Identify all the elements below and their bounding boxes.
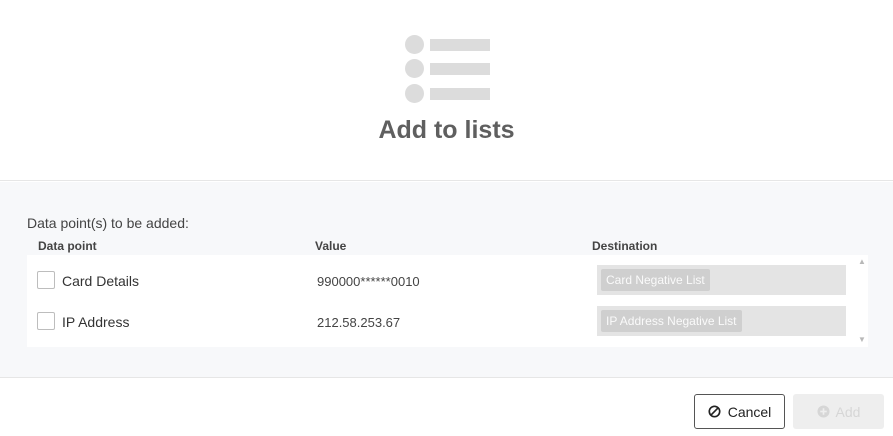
row-value: 212.58.253.67 [317,315,401,330]
column-header-value: Value [315,239,347,253]
row-value: 990000******0010 [317,274,420,289]
dialog-footer: Cancel Add [0,379,893,436]
destination-select[interactable]: Card Negative List [597,265,846,295]
ban-icon [708,405,721,418]
scroll-down-icon[interactable]: ▼ [858,336,866,344]
table-scrollbar[interactable]: ▲ ▼ [856,255,868,347]
destination-select[interactable]: IP Address Negative List [597,306,846,336]
add-label: Add [835,403,861,420]
dialog-title: Add to lists [378,116,515,144]
destination-tag: Card Negative List [601,269,710,291]
column-header-destination: Destination [592,239,658,253]
dialog-header: Add to lists [0,0,893,181]
row-checkbox-ip-address[interactable] [37,312,55,330]
row-checkbox-card-details[interactable] [37,271,55,289]
row-label: IP Address [62,314,130,330]
row-label: Card Details [62,273,140,289]
cancel-button[interactable]: Cancel [694,394,785,429]
add-button[interactable]: Add [793,394,884,429]
data-points-section: Data point(s) to be added: Data point Va… [0,182,893,378]
data-points-table: Card Details 990000******0010 Card Negat… [27,255,868,347]
table-row: Card Details 990000******0010 Card Negat… [27,260,853,300]
destination-tag: IP Address Negative List [601,310,742,332]
plus-circle-icon [816,405,830,418]
column-header-data-point: Data point [38,239,97,253]
section-subtitle: Data point(s) to be added: [27,215,189,231]
table-row: IP Address 212.58.253.67 IP Address Nega… [27,301,853,341]
scroll-up-icon[interactable]: ▲ [858,258,866,266]
list-icon [405,35,491,103]
cancel-label: Cancel [727,403,772,420]
